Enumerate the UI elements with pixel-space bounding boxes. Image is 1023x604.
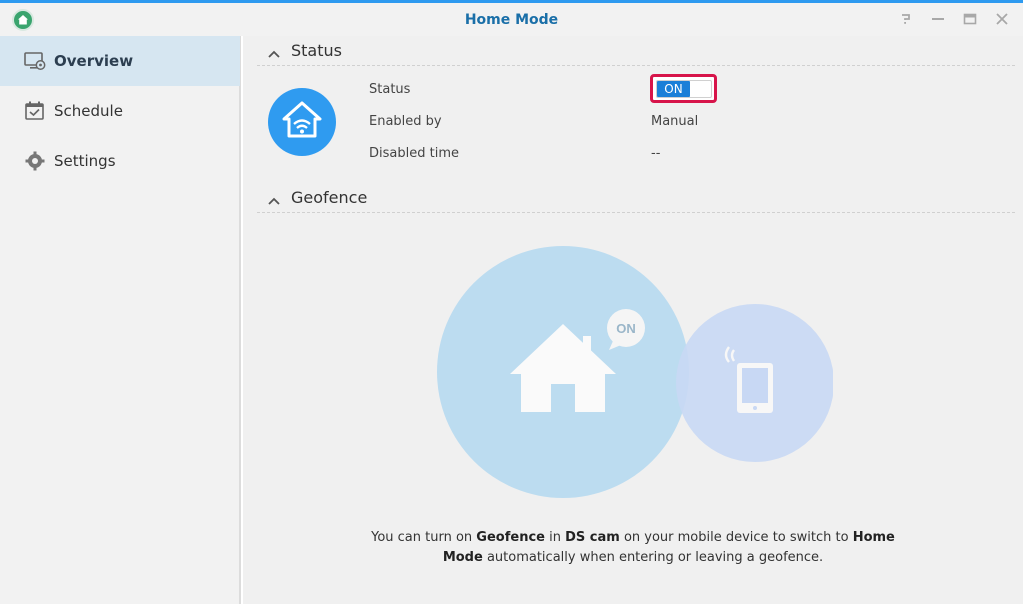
- sidebar-item-label: Schedule: [54, 102, 123, 120]
- sidebar-item-label: Settings: [54, 152, 116, 170]
- chevron-up-icon: [267, 191, 281, 210]
- monitor-icon: [24, 51, 46, 71]
- main-content: Status Status ON Enabled by Manual Disab…: [243, 36, 1023, 604]
- status-toggle-highlight: ON: [650, 74, 717, 103]
- enabled-by-value: Manual: [651, 114, 699, 129]
- window-title: Home Mode: [464, 12, 559, 28]
- home-mode-icon: [268, 88, 336, 156]
- calendar-check-icon: [24, 101, 46, 121]
- disabled-time-label: Disabled time: [369, 146, 459, 161]
- disabled-time-value: --: [651, 146, 661, 161]
- desc-text: in: [544, 530, 566, 545]
- maximize-icon[interactable]: [962, 11, 978, 27]
- status-label: Status: [369, 82, 411, 97]
- help-icon[interactable]: [898, 11, 914, 27]
- title-bar: Home Mode: [0, 3, 1023, 36]
- desc-text: automatically when entering or leaving a…: [482, 550, 824, 565]
- sidebar-item-overview[interactable]: Overview: [0, 36, 240, 86]
- desc-text: You can turn on: [371, 530, 477, 545]
- sidebar-item-schedule[interactable]: Schedule: [0, 86, 240, 136]
- status-toggle[interactable]: ON: [656, 80, 712, 98]
- svg-text:ON: ON: [616, 321, 636, 336]
- section-title: Geofence: [291, 188, 368, 207]
- enabled-by-label: Enabled by: [369, 114, 442, 129]
- sidebar-item-label: Overview: [54, 52, 134, 70]
- toggle-on-label: ON: [657, 81, 690, 97]
- gear-icon: [24, 151, 46, 171]
- geofence-illustration: ON: [433, 244, 834, 500]
- close-icon[interactable]: [994, 11, 1010, 27]
- minimize-icon[interactable]: [930, 11, 946, 27]
- geofence-section-header[interactable]: Geofence: [257, 183, 1015, 213]
- sidebar-item-settings[interactable]: Settings: [0, 136, 240, 186]
- sidebar: Overview Schedule Settings: [0, 36, 241, 604]
- tablet-icon: [737, 363, 773, 413]
- desc-bold: DS cam: [565, 530, 620, 545]
- section-title: Status: [291, 41, 342, 60]
- desc-text: on your mobile device to switch to: [619, 530, 853, 545]
- chevron-up-icon: [267, 44, 281, 63]
- status-section-header[interactable]: Status: [257, 36, 1015, 66]
- desc-bold: Geofence: [476, 530, 545, 545]
- geofence-description: You can turn on Geofence in DS cam on yo…: [363, 528, 903, 568]
